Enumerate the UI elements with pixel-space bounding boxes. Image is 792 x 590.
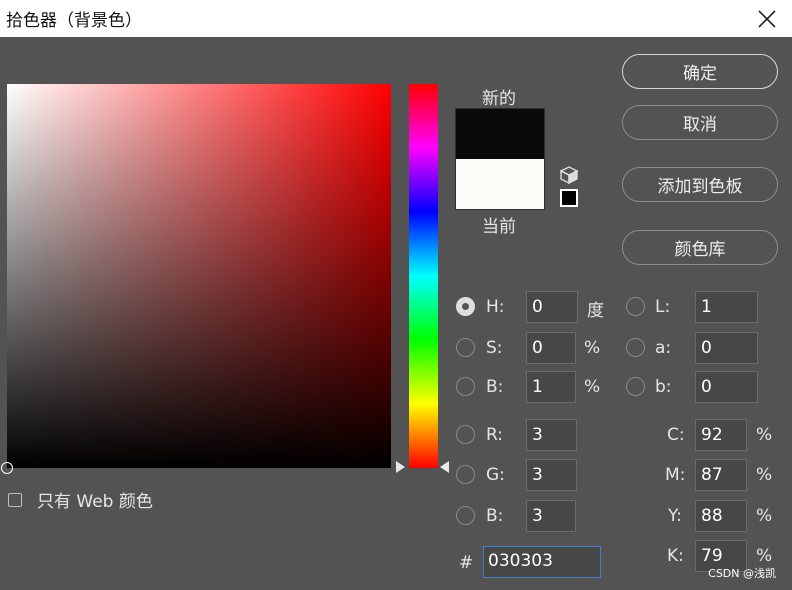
lab-a-radio[interactable] xyxy=(626,338,645,357)
green-label: G: xyxy=(486,465,505,485)
hex-label: # xyxy=(459,553,474,573)
yellow-label: Y: xyxy=(668,506,682,526)
current-color-label: 当前 xyxy=(482,217,516,237)
green-radio[interactable] xyxy=(456,465,475,484)
brightness-label: B: xyxy=(486,377,504,397)
new-color-label: 新的 xyxy=(482,89,516,109)
blue-radio[interactable] xyxy=(456,506,475,525)
lab-l-input[interactable]: 1 xyxy=(695,291,758,323)
black-label: K: xyxy=(667,546,684,566)
hue-input[interactable]: 0 xyxy=(526,291,578,323)
brightness-input[interactable]: 1 xyxy=(526,371,576,403)
close-button[interactable] xyxy=(742,0,792,37)
red-radio[interactable] xyxy=(456,425,475,444)
cyan-label: C: xyxy=(667,425,685,445)
ok-button[interactable]: 确定 xyxy=(622,54,778,89)
lab-a-input[interactable]: 0 xyxy=(695,332,758,364)
yellow-unit: % xyxy=(756,506,773,526)
hue-slider[interactable] xyxy=(409,84,438,468)
cyan-input[interactable]: 92 xyxy=(695,419,747,451)
magenta-input[interactable]: 87 xyxy=(695,459,747,491)
web-colors-only-checkbox[interactable] xyxy=(8,492,22,507)
watermark: CSDN @浅凯 xyxy=(708,567,776,580)
yellow-input[interactable]: 88 xyxy=(695,500,747,532)
hue-slider-handle-right[interactable] xyxy=(440,461,449,473)
saturation-unit: % xyxy=(584,338,601,358)
current-color-swatch[interactable] xyxy=(456,159,544,209)
hex-input[interactable]: 030303 xyxy=(483,546,601,578)
lab-b-radio[interactable] xyxy=(626,377,645,396)
lab-l-radio[interactable] xyxy=(626,297,645,316)
saturation-input[interactable]: 0 xyxy=(526,332,576,364)
saturation-radio[interactable] xyxy=(456,338,475,357)
web-safe-color-icon[interactable] xyxy=(560,189,578,207)
out-of-gamut-cube-icon[interactable] xyxy=(559,165,579,185)
lab-b-input[interactable]: 0 xyxy=(695,371,758,403)
red-label: R: xyxy=(486,425,504,445)
brightness-radio[interactable] xyxy=(456,377,475,396)
lab-a-label: a: xyxy=(655,338,672,358)
hue-radio[interactable] xyxy=(456,297,475,316)
cyan-unit: % xyxy=(756,425,773,445)
close-icon xyxy=(758,9,776,28)
web-colors-only[interactable]: 只有 Web 颜色 xyxy=(8,487,153,512)
title-bar: 拾色器（背景色） xyxy=(0,0,792,37)
new-color-swatch xyxy=(456,109,544,159)
saturation-label: S: xyxy=(486,338,503,358)
cancel-button[interactable]: 取消 xyxy=(622,105,778,140)
window-title: 拾色器（背景色） xyxy=(6,11,142,31)
hue-slider-handle-left[interactable] xyxy=(396,461,405,473)
color-libraries-button[interactable]: 颜色库 xyxy=(622,230,778,265)
hue-unit: 度 xyxy=(587,301,604,321)
color-field-marker[interactable] xyxy=(1,462,13,474)
hue-label: H: xyxy=(486,297,505,317)
add-to-swatches-button[interactable]: 添加到色板 xyxy=(622,167,778,202)
lab-b-label: b: xyxy=(655,377,672,397)
magenta-unit: % xyxy=(756,465,773,485)
color-preview xyxy=(455,108,545,210)
magenta-label: M: xyxy=(665,465,686,485)
green-input[interactable]: 3 xyxy=(526,459,577,491)
color-field[interactable] xyxy=(1,84,391,474)
blue-input[interactable]: 3 xyxy=(526,500,576,532)
web-colors-only-label: 只有 Web 颜色 xyxy=(37,492,153,512)
lab-l-label: L: xyxy=(655,297,671,317)
brightness-unit: % xyxy=(584,377,601,397)
black-unit: % xyxy=(756,546,773,566)
red-input[interactable]: 3 xyxy=(526,419,577,451)
blue-label: B: xyxy=(486,506,504,526)
